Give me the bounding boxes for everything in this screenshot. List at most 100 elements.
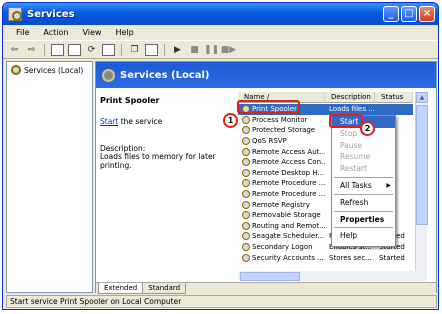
service-name-cell: Remote Procedure ... (238, 179, 325, 188)
service-gear-icon (242, 190, 250, 199)
context-menu-separator (334, 210, 393, 212)
horizontal-scroll-thumb[interactable] (240, 271, 300, 281)
menu-file[interactable]: File (9, 28, 36, 37)
service-name: Seagate Scheduler... (252, 232, 325, 241)
properties-icon[interactable]: ❐ (128, 44, 141, 56)
service-name-cell: Routing and Remot... (238, 221, 325, 230)
service-description: Loads files ... (329, 105, 375, 114)
forward-arrow-icon[interactable]: ⇨ (25, 44, 38, 56)
selected-service-name: Print Spooler (100, 96, 160, 105)
details-view-icon[interactable] (68, 43, 81, 56)
toolbar-separator (44, 43, 45, 56)
context-menu-all-tasks[interactable]: All Tasks ▶ (332, 180, 395, 192)
back-arrow-icon[interactable]: ⇦ (8, 44, 21, 56)
menu-action[interactable]: Action (36, 28, 75, 37)
description-text: Loads files to memory for later printing… (100, 152, 216, 170)
service-gear-icon (242, 200, 250, 209)
tab-standard[interactable]: Standard (142, 283, 187, 294)
services-header: Services (Local) (96, 62, 436, 88)
toolbar-separator (164, 43, 165, 56)
maximize-button[interactable]: □ (401, 6, 417, 22)
console-tree: Services (Local) (6, 61, 93, 293)
service-name-cell: Remote Access Aut... (238, 147, 325, 156)
service-gear-icon (242, 126, 250, 135)
vertical-scrollbar[interactable]: ▲ (415, 92, 428, 271)
service-gear-icon (242, 179, 250, 188)
service-name-cell: Removable Storage (238, 211, 325, 220)
scroll-thumb[interactable] (416, 105, 428, 225)
service-gear-icon (242, 137, 250, 146)
toolbar: ⇦ ⇨ ⟳ ❐ ▶ ■ ❚❚ ■▶ (3, 41, 438, 59)
service-name: Security Accounts ... (252, 253, 324, 262)
service-description: Stores sec... (329, 253, 372, 262)
context-menu-refresh[interactable]: Refresh (332, 197, 395, 209)
services-window: Services _ □ × File Action View Help ⇦ ⇨… (2, 2, 439, 310)
table-row[interactable]: Security Accounts ... Stores sec... Starte… (238, 252, 413, 263)
service-name-cell: Remote Procedure ... (238, 190, 325, 199)
service-action-suffix: the service (118, 117, 163, 126)
all-tasks-label: All Tasks (340, 180, 372, 190)
service-name-cell: Secondary Logon (238, 243, 325, 252)
services-header-title: Services (Local) (120, 69, 210, 81)
service-gear-icon (242, 243, 250, 252)
menu-bar: File Action View Help (3, 25, 438, 41)
start-service-link[interactable]: Start (100, 117, 118, 126)
tree-item-services-local[interactable]: Services (Local) (11, 65, 83, 75)
context-menu-resume[interactable]: Resume (332, 151, 395, 163)
service-name: Remote Procedure ... (252, 190, 325, 199)
start-service-icon[interactable]: ▶ (171, 44, 184, 56)
context-menu-restart[interactable]: Restart (332, 163, 395, 175)
callout-highlight-print-spooler (237, 100, 300, 114)
menu-help[interactable]: Help (108, 28, 140, 37)
service-name: Routing and Remot... (252, 221, 325, 230)
minimize-button[interactable]: _ (383, 6, 399, 22)
restart-service-icon[interactable]: ■▶ (221, 44, 236, 56)
horizontal-scrollbar[interactable] (238, 271, 427, 281)
service-name: Process Monitor (252, 115, 308, 124)
show-hide-tree-icon[interactable] (51, 43, 64, 56)
export-list-icon[interactable] (102, 43, 115, 56)
pause-service-icon[interactable]: ❚❚ (204, 44, 219, 56)
service-name-cell: Security Accounts ... (238, 253, 325, 262)
close-button[interactable]: × (419, 6, 435, 22)
service-name: Secondary Logon (252, 243, 313, 252)
window-title: Services (27, 8, 75, 20)
stop-service-icon[interactable]: ■ (188, 44, 201, 56)
scroll-up-icon[interactable]: ▲ (416, 92, 428, 103)
title-bar[interactable]: Services _ □ × (3, 3, 438, 25)
callout-number-2: 2 (360, 121, 375, 136)
callout-highlight-start (329, 114, 363, 128)
tree-item-label: Services (Local) (24, 65, 84, 75)
context-menu-help[interactable]: Help (332, 230, 395, 242)
service-name: Remote Registry (252, 200, 310, 209)
menu-view[interactable]: View (75, 28, 108, 37)
services-gear-icon (11, 65, 21, 75)
service-name: QoS RSVP (252, 137, 287, 146)
context-menu-pause[interactable]: Pause (332, 140, 395, 152)
view-tabs: Extended Standard (96, 282, 436, 294)
column-status[interactable]: Status (375, 92, 413, 103)
service-gear-icon (242, 168, 250, 177)
toolbar-separator (121, 43, 122, 56)
submenu-arrow-icon: ▶ (386, 181, 391, 189)
service-gear-icon (242, 158, 250, 167)
service-name-cell: QoS RSVP (238, 137, 325, 146)
service-name: Remote Procedure ... (252, 179, 325, 188)
help-icon[interactable] (145, 43, 158, 56)
service-gear-icon (242, 253, 250, 262)
services-app-icon (8, 7, 22, 21)
context-menu-properties[interactable]: Properties (332, 214, 395, 226)
service-gear-icon (242, 211, 250, 220)
callout-number-1: 1 (223, 113, 238, 128)
column-description[interactable]: Description (325, 92, 375, 103)
context-menu-separator (334, 227, 393, 229)
service-gear-icon (242, 147, 250, 156)
service-name-cell: Remote Desktop H... (238, 168, 325, 177)
service-name: Remote Access Aut... (252, 147, 325, 156)
service-name-cell: Remote Access Con... (238, 158, 325, 167)
refresh-icon[interactable]: ⟳ (85, 44, 98, 56)
status-bar: Start service Print Spooler on Local Com… (6, 295, 437, 308)
service-name: Remote Access Con... (252, 158, 325, 167)
service-name-cell: Process Monitor (238, 115, 325, 124)
tab-extended[interactable]: Extended (98, 283, 144, 294)
